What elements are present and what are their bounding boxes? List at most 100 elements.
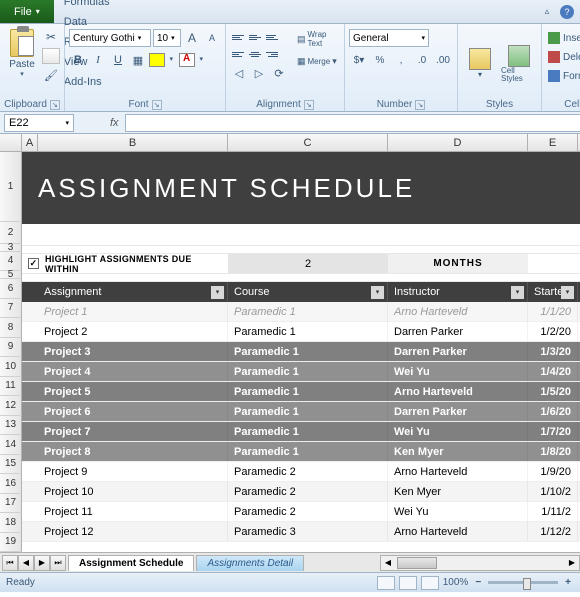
table-row[interactable]: Project 8Paramedic 1Ken Myer1/8/20 — [22, 442, 580, 462]
cell[interactable]: 1/1/20 — [528, 302, 578, 321]
merge-center-button[interactable]: ▦ Merge ▾ — [294, 51, 340, 71]
normal-view-button[interactable] — [377, 576, 395, 590]
sheet-tab-other[interactable]: Assignments Detail — [196, 555, 304, 571]
row-header[interactable]: 18 — [0, 513, 22, 533]
cell[interactable]: Project 12 — [38, 522, 228, 541]
increase-indent-button[interactable]: ▷ — [250, 64, 268, 82]
accounting-button[interactable]: $▾ — [349, 51, 369, 69]
table-row[interactable]: Project 5Paramedic 1Arno Harteveld1/5/20 — [22, 382, 580, 402]
row-header[interactable]: 8 — [0, 318, 22, 338]
cell[interactable]: Paramedic 1 — [228, 422, 388, 441]
column-header-E[interactable]: E — [528, 134, 578, 151]
row-header[interactable]: 5 — [0, 271, 22, 279]
border-button[interactable]: ▦ — [129, 51, 147, 69]
filter-icon[interactable]: ▾ — [561, 286, 574, 299]
cell[interactable]: 1/6/20 — [528, 402, 578, 421]
cell[interactable]: 1/8/20 — [528, 442, 578, 461]
increase-decimal-button[interactable]: .0 — [412, 51, 432, 69]
cell[interactable]: Paramedic 1 — [228, 322, 388, 341]
underline-button[interactable]: U — [109, 51, 127, 69]
cell[interactable]: Darren Parker — [388, 402, 528, 421]
row-header[interactable]: 7 — [0, 299, 22, 319]
row-header[interactable]: 16 — [0, 474, 22, 494]
page-layout-view-button[interactable] — [399, 576, 417, 590]
dialog-launcher-icon[interactable]: ↘ — [415, 100, 425, 110]
align-center-button[interactable] — [247, 46, 263, 62]
cell[interactable]: 1/4/20 — [528, 362, 578, 381]
table-header-started[interactable]: Started▾ — [528, 282, 578, 302]
row-header[interactable]: 9 — [0, 338, 22, 358]
table-header-course[interactable]: Course▾ — [228, 282, 388, 302]
row-header[interactable]: 13 — [0, 416, 22, 436]
table-row[interactable]: Project 2Paramedic 1Darren Parker1/2/20 — [22, 322, 580, 342]
file-tab[interactable]: File▾ — [0, 0, 54, 23]
tab-nav-prev[interactable]: ◀ — [18, 555, 34, 571]
sheet-tab-active[interactable]: Assignment Schedule — [68, 555, 194, 571]
cell[interactable]: Project 1 — [38, 302, 228, 321]
row-header[interactable]: 2 — [0, 222, 22, 243]
scroll-thumb[interactable] — [397, 557, 437, 569]
dialog-launcher-icon[interactable]: ↘ — [304, 100, 314, 110]
number-format-combo[interactable]: General▾ — [349, 29, 429, 47]
cell[interactable]: Ken Myer — [388, 482, 528, 501]
decrease-indent-button[interactable]: ◁ — [230, 64, 248, 82]
conditional-formatting-button[interactable]: ▾ — [462, 48, 498, 79]
font-color-button[interactable] — [179, 53, 195, 67]
zoom-out-button[interactable]: − — [472, 577, 484, 588]
cell[interactable]: Project 2 — [38, 322, 228, 341]
filter-icon[interactable]: ▾ — [511, 286, 524, 299]
format-painter-button[interactable] — [42, 67, 60, 83]
zoom-in-button[interactable]: + — [562, 577, 574, 588]
orientation-button[interactable]: ⟳ — [270, 64, 288, 82]
wrap-text-button[interactable]: ▤ Wrap Text — [294, 29, 340, 49]
italic-button[interactable]: I — [89, 51, 107, 69]
help-icon[interactable]: ? — [560, 5, 574, 19]
cell[interactable]: Project 11 — [38, 502, 228, 521]
cell[interactable]: 1/5/20 — [528, 382, 578, 401]
table-row[interactable]: Project 4Paramedic 1Wei Yu1/4/20 — [22, 362, 580, 382]
column-header-C[interactable]: C — [228, 134, 388, 151]
cell[interactable]: 1/9/20 — [528, 462, 578, 481]
cell[interactable]: Darren Parker — [388, 342, 528, 361]
row-header[interactable]: 12 — [0, 396, 22, 416]
align-middle-button[interactable] — [247, 29, 263, 45]
table-row[interactable]: Project 7Paramedic 1Wei Yu1/7/20 — [22, 422, 580, 442]
cell[interactable]: Project 9 — [38, 462, 228, 481]
insert-cells-button[interactable]: Insert ▾ — [546, 29, 580, 47]
fx-icon[interactable]: fx — [110, 117, 119, 129]
filter-icon[interactable]: ▾ — [371, 286, 384, 299]
align-right-button[interactable] — [264, 46, 280, 62]
cell[interactable]: Project 7 — [38, 422, 228, 441]
cell[interactable]: 1/3/20 — [528, 342, 578, 361]
tab-nav-last[interactable]: ⏭ — [50, 555, 66, 571]
cell[interactable]: Project 10 — [38, 482, 228, 501]
cell[interactable]: Project 4 — [38, 362, 228, 381]
table-row[interactable]: Project 10Paramedic 2Ken Myer1/10/2 — [22, 482, 580, 502]
dialog-launcher-icon[interactable]: ↘ — [50, 100, 60, 110]
cell[interactable]: Project 5 — [38, 382, 228, 401]
cell[interactable]: Arno Harteveld — [388, 462, 528, 481]
cell[interactable]: Paramedic 1 — [228, 302, 388, 321]
row-header[interactable]: 10 — [0, 357, 22, 377]
cell[interactable]: Paramedic 1 — [228, 402, 388, 421]
highlight-unit-cell[interactable]: MONTHS — [388, 254, 528, 273]
cell[interactable]: Paramedic 3 — [228, 522, 388, 541]
table-row[interactable]: Project 6Paramedic 1Darren Parker1/6/20 — [22, 402, 580, 422]
select-all-corner[interactable] — [0, 134, 22, 151]
row-header[interactable]: 15 — [0, 455, 22, 475]
tab-nav-first[interactable]: ⏮ — [2, 555, 18, 571]
shrink-font-button[interactable]: A — [203, 29, 221, 47]
row-header[interactable]: 1 — [0, 152, 22, 222]
cell[interactable]: Project 3 — [38, 342, 228, 361]
filter-icon[interactable]: ▾ — [211, 286, 224, 299]
cell[interactable]: 1/2/20 — [528, 322, 578, 341]
column-header-D[interactable]: D — [388, 134, 528, 151]
cell[interactable]: Darren Parker — [388, 322, 528, 341]
cell[interactable]: 1/10/2 — [528, 482, 578, 501]
row-header[interactable]: 14 — [0, 435, 22, 455]
tab-nav-next[interactable]: ▶ — [34, 555, 50, 571]
grow-font-button[interactable]: A — [183, 29, 201, 47]
dialog-launcher-icon[interactable]: ↘ — [152, 100, 162, 110]
cell[interactable]: Paramedic 1 — [228, 442, 388, 461]
font-name-combo[interactable]: Century Gothi▾ — [69, 29, 151, 47]
